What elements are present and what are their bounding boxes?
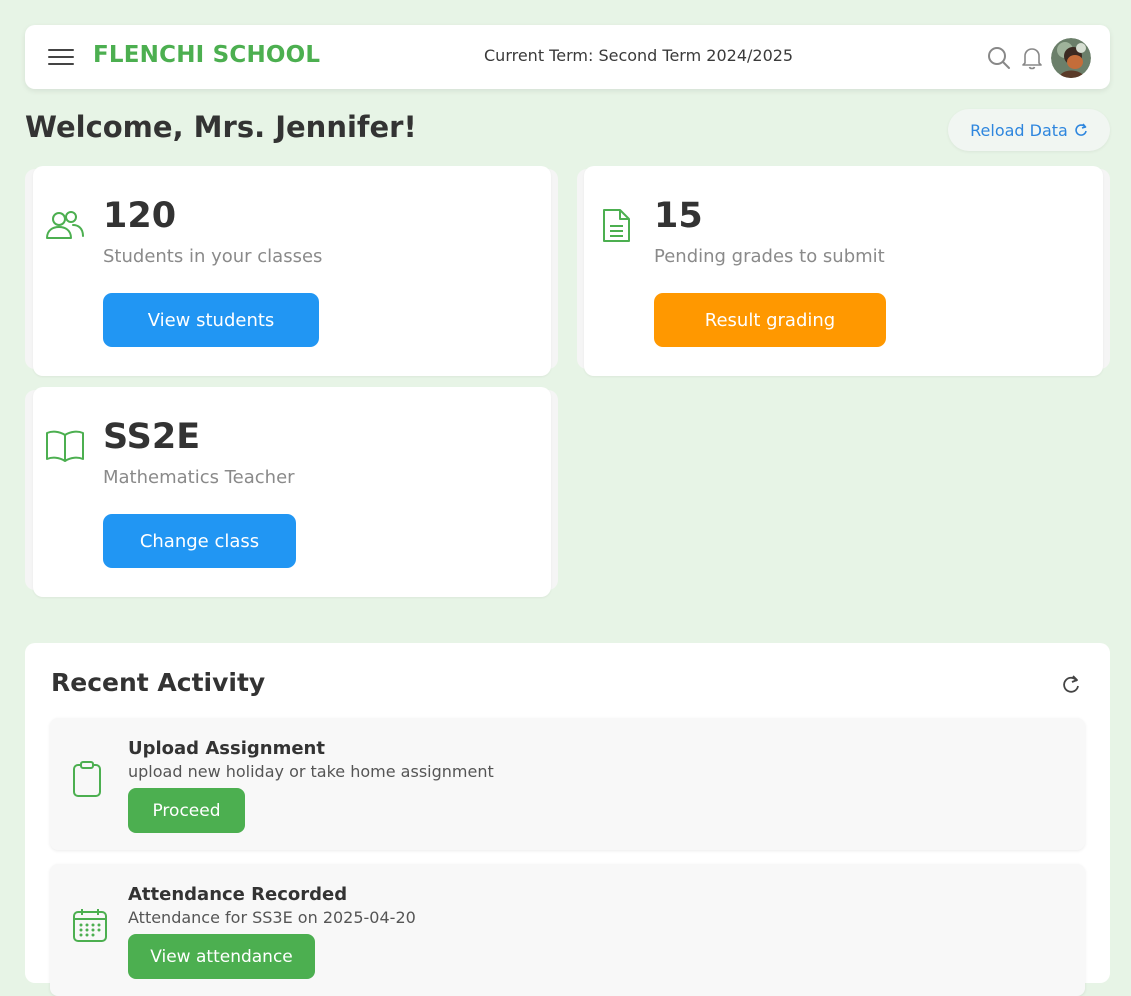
users-icon [45,208,85,246]
calendar-icon [72,907,108,947]
activity-title: Attendance Recorded [128,884,348,905]
activity-item-attendance: Attendance Recorded Attendance for SS3E … [50,864,1085,996]
brand-name: FLENCHI SCHOOL [93,42,321,68]
activity-description: Attendance for SS3E on 2025-04-20 [128,908,416,927]
proceed-button[interactable]: Proceed [128,788,245,833]
pending-grades-description: Pending grades to submit [654,246,885,267]
book-icon [45,429,85,467]
result-grading-button[interactable]: Result grading [654,293,886,347]
avatar[interactable] [1051,38,1091,78]
pending-grades-count: 15 [654,196,703,236]
current-term: Current Term: Second Term 2024/2025 [484,46,794,65]
refresh-icon [1075,123,1087,136]
students-count: 120 [103,196,177,236]
students-description: Students in your classes [103,246,323,267]
view-attendance-button[interactable]: View attendance [128,934,315,979]
class-name: SS2E [103,417,201,457]
refresh-icon[interactable] [1060,673,1082,699]
reload-data-label: Reload Data [970,120,1068,140]
document-icon [601,208,631,248]
clipboard-icon [72,760,102,802]
reload-data-button[interactable]: Reload Data [948,109,1110,151]
change-class-button[interactable]: Change class [103,514,296,568]
activity-description: upload new holiday or take home assignme… [128,762,494,781]
activity-item-upload-assignment: Upload Assignment upload new holiday or … [50,718,1085,850]
view-students-button[interactable]: View students [103,293,319,347]
page-title: Welcome, Mrs. Jennifer! [25,110,417,144]
menu-icon[interactable] [48,46,76,68]
recent-activity-panel: Recent Activity Upload Assignment upload… [25,643,1110,996]
top-bar: FLENCHI SCHOOL Current Term: Second Term… [25,25,1110,89]
class-role: Mathematics Teacher [103,467,295,488]
recent-activity-title: Recent Activity [51,668,266,697]
activity-title: Upload Assignment [128,738,325,759]
bell-icon[interactable] [1020,45,1044,75]
search-icon[interactable] [986,45,1012,75]
